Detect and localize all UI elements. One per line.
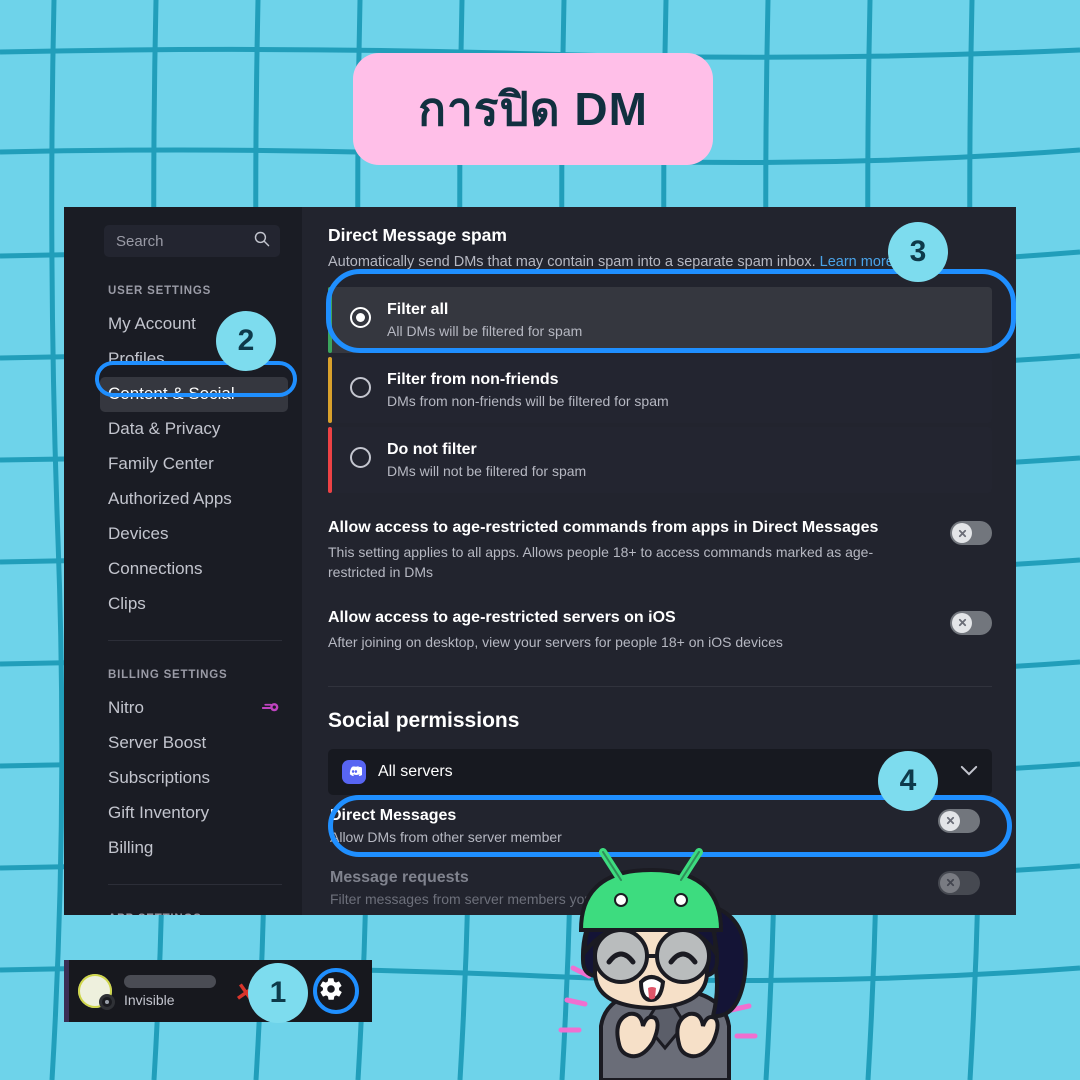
sidebar-item-label: Authorized Apps: [108, 489, 232, 508]
sidebar-divider: [108, 884, 282, 885]
sidebar-item-billing[interactable]: Billing: [100, 831, 288, 866]
chevron-down-icon[interactable]: [960, 763, 978, 781]
preference-text: Allow access to age-restricted servers o…: [328, 609, 950, 652]
radio-option-do-not-filter[interactable]: Do not filter DMs will not be filtered f…: [328, 427, 992, 494]
settings-gear-button[interactable]: [314, 974, 348, 1008]
user-status-bar: Invisible: [64, 960, 372, 1022]
settings-sidebar: Search USER SETTINGS My Account Profiles…: [64, 207, 302, 915]
avatar[interactable]: [78, 974, 115, 1010]
sidebar-item-clips[interactable]: Clips: [100, 587, 288, 622]
page-title: การปิด DM: [418, 83, 648, 135]
radio-option-filter-all[interactable]: Filter all All DMs will be filtered for …: [328, 287, 992, 354]
radio-mark[interactable]: [350, 447, 371, 469]
sidebar-item-gift-inventory[interactable]: Gift Inventory: [100, 796, 288, 831]
sidebar-item-nitro[interactable]: Nitro: [100, 691, 288, 726]
sidebar-item-label: Profiles: [108, 349, 165, 368]
radio-option-filter-from-non-friends[interactable]: Filter from non-friends DMs from non-fri…: [328, 357, 992, 424]
sidebar-group-title-user-settings: USER SETTINGS: [108, 285, 212, 297]
sidebar-item-connections[interactable]: Connections: [100, 552, 288, 587]
radio-option-description: DMs from non-friends will be filtered fo…: [387, 393, 669, 410]
radio-option-label: Filter all: [387, 301, 449, 319]
sidebar-item-label: Clips: [108, 594, 146, 613]
radio-mark[interactable]: [350, 307, 371, 329]
preference-description: After joining on desktop, view your serv…: [328, 633, 783, 650]
permission-description: Allow DMs from other server member: [330, 828, 562, 845]
dm-spam-description-text: Automatically send DMs that may contain …: [328, 254, 816, 270]
preference-age-restricted-commands: Allow access to age-restricted commands …: [328, 519, 992, 583]
sidebar-item-server-boost[interactable]: Server Boost: [100, 726, 288, 761]
permission-title: Direct Messages: [330, 806, 457, 824]
sidebar-divider: [108, 640, 282, 641]
radio-mark[interactable]: [350, 377, 371, 399]
content-divider: [328, 685, 992, 687]
mascot-character: [545, 848, 785, 1080]
user-status-text: Invisible: [124, 991, 175, 1008]
search-placeholder: Search: [116, 232, 164, 250]
radio-option-description: All DMs will be filtered for spam: [387, 323, 583, 340]
sidebar-item-label: Content & Social: [108, 384, 235, 403]
preference-text: Allow access to age-restricted commands …: [328, 519, 950, 583]
server-selector-label: All servers: [378, 762, 453, 780]
toggle-direct-messages[interactable]: [938, 808, 980, 833]
status-indicator-invisible: [99, 994, 115, 1010]
sidebar-item-authorized-apps[interactable]: Authorized Apps: [100, 482, 288, 517]
sidebar-item-family-center[interactable]: Family Center: [100, 447, 288, 482]
sidebar-group-title-billing-settings: BILLING SETTINGS: [108, 669, 228, 681]
step-bubble-1: 1: [248, 963, 308, 1023]
radio-option-label: Filter from non-friends: [387, 371, 559, 389]
sidebar-item-label: Subscriptions: [108, 768, 211, 787]
step-bubble-4: 4: [878, 751, 938, 811]
sidebar-item-content-and-social[interactable]: Content & Social: [100, 377, 288, 412]
toggle-age-restricted-servers-ios[interactable]: [950, 610, 992, 635]
sidebar-item-label: My Account: [108, 314, 196, 333]
permission-text: Direct Messages Allow DMs from other ser…: [330, 807, 938, 845]
step-bubble-3: 3: [888, 222, 948, 282]
sidebar-item-devices[interactable]: Devices: [100, 517, 288, 552]
sidebar-item-label: Family Center: [108, 454, 214, 473]
toggle-knob: [952, 612, 972, 633]
discord-icon: [342, 759, 366, 784]
preference-description: This setting applies to all apps. Allows…: [328, 544, 874, 581]
sidebar-item-subscriptions[interactable]: Subscriptions: [100, 761, 288, 796]
step-bubble-2: 2: [216, 311, 276, 371]
toggle-knob: [952, 523, 972, 544]
social-permissions-heading: Social permissions: [328, 708, 520, 732]
gear-icon: [318, 976, 344, 1007]
sidebar-item-label: Billing: [108, 838, 154, 857]
sidebar-item-label: Data & Privacy: [108, 419, 221, 438]
toggle-message-requests[interactable]: [938, 870, 980, 895]
sidebar-group-title-app-settings: APP SETTINGS: [64, 913, 302, 915]
search-icon: [253, 230, 270, 252]
search-input[interactable]: Search: [104, 225, 280, 257]
toggle-age-restricted-commands[interactable]: [950, 521, 992, 546]
radio-option-description: DMs will not be filtered for spam: [387, 463, 587, 480]
discord-settings-panel: Search USER SETTINGS My Account Profiles…: [64, 207, 1016, 915]
toggle-knob: [940, 872, 960, 893]
dm-spam-radio-group: Filter all All DMs will be filtered for …: [328, 287, 992, 494]
sidebar-item-label: Devices: [108, 524, 169, 543]
sidebar-item-label: Connections: [108, 559, 203, 578]
toggle-knob: [940, 810, 960, 831]
radio-option-label: Do not filter: [387, 441, 477, 459]
sidebar-item-label: Server Boost: [108, 733, 207, 752]
user-name-block: Invisible: [124, 974, 216, 1008]
preference-title: Allow access to age-restricted servers o…: [328, 608, 676, 626]
username-redacted: [124, 974, 216, 988]
sidebar-item-label: Gift Inventory: [108, 803, 210, 822]
nitro-icon: [262, 701, 280, 715]
sidebar-item-data-and-privacy[interactable]: Data & Privacy: [100, 412, 288, 447]
preference-age-restricted-servers-ios: Allow access to age-restricted servers o…: [328, 609, 992, 652]
sidebar-item-label: Nitro: [108, 698, 144, 717]
preference-title: Allow access to age-restricted commands …: [328, 519, 879, 537]
learn-more-link[interactable]: Learn more: [820, 254, 894, 270]
title-banner: การปิด DM: [353, 53, 713, 165]
